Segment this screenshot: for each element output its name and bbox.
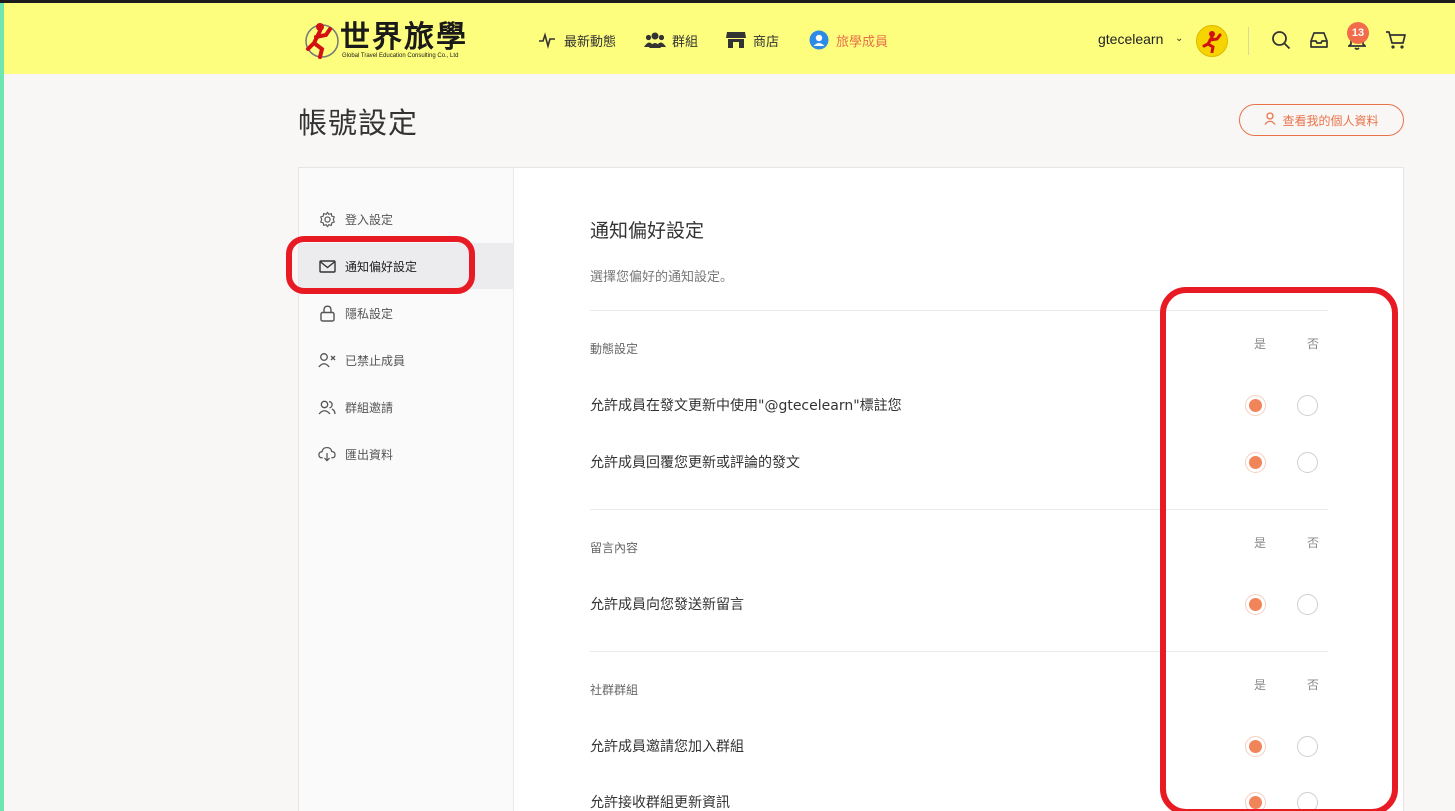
annotation-highlight-sidebar <box>286 236 475 294</box>
sidebar-item-label: 已禁止成員 <box>345 353 406 368</box>
header-divider <box>1248 27 1249 55</box>
gear-icon <box>318 210 336 228</box>
setting-row-label: 允許成員回覆您更新或評論的發文 <box>590 455 800 471</box>
username[interactable]: gtecelearn <box>1098 31 1163 47</box>
section-title: 通知偏好設定 <box>590 220 705 242</box>
user-block-icon <box>318 351 336 369</box>
cart-icon[interactable] <box>1385 29 1407 51</box>
sidebar-item-label: 登入設定 <box>345 212 394 227</box>
nav-groups[interactable]: 群組 <box>644 27 698 53</box>
section-description: 選擇您偏好的通知設定。 <box>590 270 734 285</box>
group-label-groups: 社群群組 <box>590 683 639 697</box>
setting-row-label: 允許接收群組更新資訊 <box>590 795 730 811</box>
sidebar-item-label: 群組邀請 <box>345 400 394 415</box>
cloud-download-icon <box>318 445 336 463</box>
setting-row-label: 允許成員邀請您加入群組 <box>590 739 744 755</box>
annotation-highlight-radios <box>1160 287 1398 811</box>
member-icon <box>808 29 830 51</box>
search-icon[interactable] <box>1270 29 1292 51</box>
site-logo[interactable]: 世界旅學 Global Travel Education Consulting … <box>300 19 515 63</box>
sidebar-item-label: 隱私設定 <box>345 306 394 321</box>
sidebar-item-privacy[interactable]: 隱私設定 <box>299 290 513 336</box>
setting-row-label: 允許成員向您發送新留言 <box>590 597 744 613</box>
group-label-activity: 動態設定 <box>590 342 639 356</box>
view-profile-label: 查看我的個人資料 <box>1282 113 1379 128</box>
logo-subtitle: Global Travel Education Consulting Co., … <box>342 53 459 59</box>
chevron-down-icon[interactable]: ⌄ <box>1175 33 1183 44</box>
group-label-messages: 留言內容 <box>590 541 639 555</box>
notification-badge[interactable]: 13 <box>1347 22 1369 44</box>
window-left-edge <box>0 0 4 811</box>
avatar[interactable] <box>1196 25 1228 57</box>
nav-activity[interactable]: 最新動態 <box>536 27 616 53</box>
logo-mark-icon <box>305 23 339 59</box>
logo-text: 世界旅學 <box>340 20 468 55</box>
sidebar-item-export[interactable]: 匯出資料 <box>299 431 513 477</box>
nav-activity-label: 最新動態 <box>564 34 617 50</box>
sidebar-item-group-invites[interactable]: 群組邀請 <box>299 384 513 430</box>
sidebar-item-blocked[interactable]: 已禁止成員 <box>299 337 513 383</box>
nav-store-label: 商店 <box>753 34 780 50</box>
user-icon <box>1264 112 1276 128</box>
inbox-icon[interactable] <box>1308 29 1330 51</box>
store-icon <box>725 29 747 51</box>
nav-store[interactable]: 商店 <box>725 27 779 53</box>
window-top-edge <box>0 0 1455 3</box>
nav-groups-label: 群組 <box>672 34 699 50</box>
site-header: 世界旅學 Global Travel Education Consulting … <box>4 3 1455 74</box>
users-icon <box>318 398 336 416</box>
nav-members[interactable]: 旅學成員 <box>808 27 888 53</box>
sidebar-item-label: 匯出資料 <box>345 447 394 462</box>
nav-members-label: 旅學成員 <box>836 34 889 50</box>
group-icon <box>644 29 666 51</box>
page-title: 帳號設定 <box>298 106 419 140</box>
lock-icon <box>318 304 336 322</box>
activity-icon <box>536 29 558 51</box>
view-profile-button[interactable]: 查看我的個人資料 <box>1239 104 1404 136</box>
setting-row-label: 允許成員在發文更新中使用"@gtecelearn"標註您 <box>590 398 902 414</box>
